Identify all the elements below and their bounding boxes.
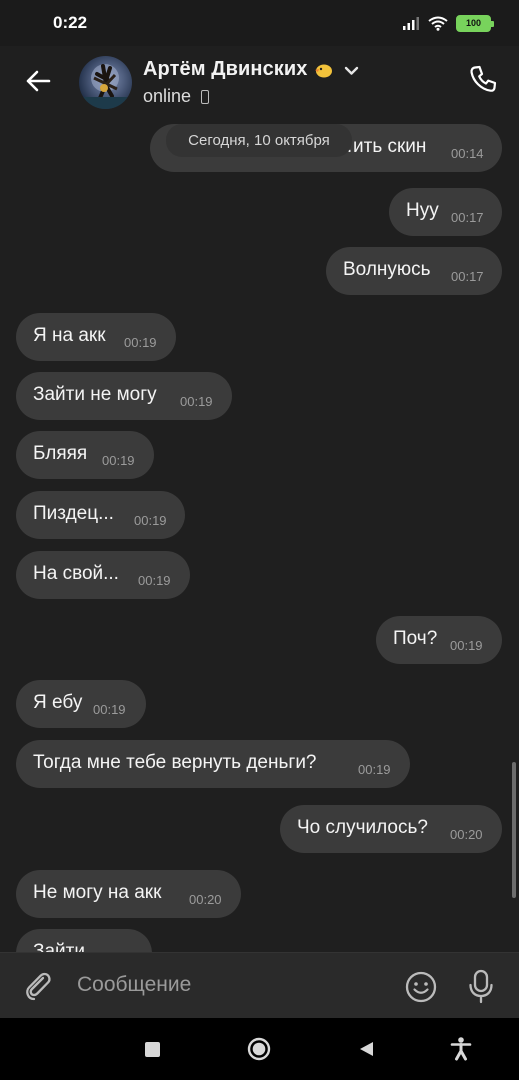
- signal-icon: [403, 17, 419, 30]
- back-arrow-icon[interactable]: [24, 67, 52, 95]
- message-input[interactable]: Сообщение: [77, 973, 191, 997]
- status-icons: 100: [402, 14, 494, 32]
- emoji-icon[interactable]: [404, 970, 438, 1004]
- message-incoming[interactable]: Зайти не могу 00:19: [16, 372, 232, 420]
- chevron-down-icon[interactable]: [344, 65, 359, 77]
- chick-emoji-icon: [315, 64, 332, 78]
- message-incoming[interactable]: Я ебу 00:19: [16, 680, 146, 728]
- message-outgoing[interactable]: Волнуюсь 00:17: [326, 247, 502, 295]
- message-incoming[interactable]: На свой... 00:19: [16, 551, 190, 599]
- wifi-icon: [428, 16, 448, 31]
- recent-apps-button[interactable]: [145, 1042, 160, 1057]
- message-incoming[interactable]: Не могу на акк 00:20: [16, 870, 241, 918]
- system-navigation-bar: [0, 1018, 519, 1080]
- chat-header: Артём Двинских online: [0, 46, 519, 122]
- message-incoming[interactable]: Зайти…: [16, 929, 152, 952]
- message-incoming[interactable]: Я на акк 00:19: [16, 313, 176, 361]
- status-bar: 0:22 100: [0, 0, 519, 46]
- microphone-icon[interactable]: [467, 968, 495, 1004]
- contact-name[interactable]: Артём Двинских: [143, 58, 308, 81]
- message-list[interactable]: …ить скин 00:14 Сегодня, 10 октября Нуу …: [0, 122, 519, 952]
- paperclip-icon[interactable]: [21, 969, 55, 1003]
- message-outgoing[interactable]: Нуу 00:17: [389, 188, 502, 236]
- status-time: 0:22: [53, 13, 88, 32]
- message-incoming[interactable]: Пиздец... 00:19: [16, 491, 185, 539]
- message-incoming[interactable]: Бляяя 00:19: [16, 431, 154, 479]
- home-button[interactable]: [247, 1037, 271, 1061]
- date-separator: Сегодня, 10 октября: [166, 124, 352, 157]
- mobile-device-icon: [201, 90, 209, 104]
- nav-back-icon[interactable]: [357, 1040, 375, 1058]
- call-icon[interactable]: [468, 64, 498, 94]
- avatar[interactable]: [79, 56, 132, 109]
- message-outgoing[interactable]: Поч? 00:19: [376, 616, 502, 664]
- presence-status: online: [143, 86, 192, 106]
- battery-icon: 100: [456, 14, 494, 32]
- message-outgoing[interactable]: Чо случилось? 00:20: [280, 805, 502, 853]
- message-incoming[interactable]: Тогда мне тебе вернуть деньги? 00:19: [16, 740, 410, 788]
- accessibility-icon[interactable]: [450, 1036, 472, 1062]
- scrollbar[interactable]: [512, 762, 516, 898]
- message-composer: Сообщение: [0, 952, 519, 1019]
